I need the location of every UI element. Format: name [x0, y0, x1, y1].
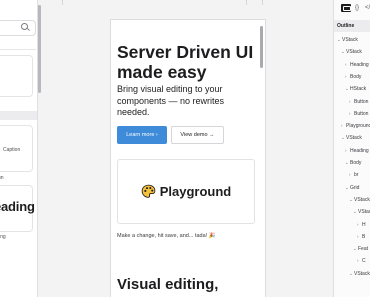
- outline-panel: {} </ Outline ⌄VStack ⌄VStack › Heading › Bod…: [333, 0, 370, 297]
- outline-item[interactable]: › Playground: [341, 121, 370, 130]
- outline-item-label: VStack: [354, 196, 370, 203]
- outline-item-label: Grid: [350, 184, 360, 191]
- palette-icon: [141, 184, 156, 198]
- ruler-mark: [62, 0, 70, 5]
- ruler-mark: [246, 0, 254, 5]
- monitor-icon[interactable]: [341, 4, 351, 12]
- outline-item[interactable]: › br: [349, 170, 358, 179]
- outline-item[interactable]: ⌄VStack: [349, 269, 370, 278]
- outline-item-label: VStack: [354, 270, 370, 277]
- learn-more-button[interactable]: Learn more ›: [117, 126, 167, 144]
- ruler-mark: [262, 0, 270, 5]
- outline-item-label: Feat: [358, 246, 369, 253]
- code-tag-icon[interactable]: </: [365, 4, 370, 12]
- outline-item[interactable]: › Heading: [345, 60, 369, 69]
- outline-item-label: VStack: [358, 209, 370, 216]
- playground-title: Playground: [159, 184, 232, 199]
- outline-item[interactable]: › Body: [345, 72, 361, 81]
- panel-scrollbar[interactable]: [38, 5, 41, 93]
- outline-item[interactable]: ⌄VStack: [341, 133, 362, 142]
- view-demo-button[interactable]: View demo →: [171, 126, 224, 144]
- tip-text[interactable]: Make a change, hit save, and... tada! 🎉: [117, 233, 259, 239]
- outline-item-label: Playground: [346, 123, 370, 130]
- preview-scrollbar[interactable]: [260, 26, 263, 68]
- outline-item[interactable]: ⌄VStack: [337, 35, 358, 44]
- code-braces-icon[interactable]: {}: [355, 4, 359, 12]
- outline-item[interactable]: › C: [357, 256, 366, 265]
- outline-item-label: Button: [354, 98, 369, 105]
- component-heading-preview: eading: [0, 199, 35, 214]
- panel-toolbar: {} </: [334, 0, 370, 16]
- outline-item[interactable]: ⌄VStack: [349, 195, 370, 204]
- outline-item[interactable]: › Button: [349, 97, 368, 106]
- outline-item-label: H: [362, 221, 366, 228]
- outline-item[interactable]: › H: [357, 220, 366, 229]
- outline-item[interactable]: ⌄Feat: [353, 244, 368, 253]
- outline-item-label: Body: [350, 73, 362, 80]
- outline-item[interactable]: ⌄HStack: [345, 84, 366, 93]
- outline-item-label: Button: [354, 110, 369, 117]
- outline-item[interactable]: ⌄Grid: [345, 183, 359, 192]
- component-label-fragment: ing: [0, 234, 6, 240]
- outline-item-label: C: [362, 258, 366, 265]
- outline-item-label: Heading: [350, 61, 369, 68]
- panel-divider: [0, 49, 36, 50]
- component-card-blank[interactable]: [0, 55, 33, 97]
- outline-item-label: HStack: [350, 86, 367, 93]
- panel-section-header: [0, 111, 37, 120]
- outline-item-label: Heading: [350, 147, 369, 154]
- components-panel: Caption on eading ing: [0, 0, 38, 297]
- outline-item-label: VStack: [342, 37, 358, 43]
- outline-item[interactable]: ⌄VStack: [341, 47, 362, 56]
- canvas-preview-frame[interactable]: Server Driven UI made easy Bring visual …: [110, 19, 266, 297]
- playground-block[interactable]: Playground: [117, 159, 255, 224]
- outline-item-label: br: [354, 172, 359, 179]
- outline-item-label: Body: [350, 160, 362, 166]
- outline-item-label: B: [362, 233, 366, 240]
- hero-heading[interactable]: Server Driven UI made easy: [117, 42, 257, 82]
- outline-item-label: VStack: [346, 49, 362, 56]
- outline-item[interactable]: › Heading: [345, 146, 369, 155]
- search-icon[interactable]: [21, 23, 31, 33]
- component-label-fragment: on: [0, 175, 4, 181]
- section-heading[interactable]: Visual editing,: [117, 276, 257, 293]
- outline-item[interactable]: ⌄Body: [345, 158, 361, 167]
- outline-header: Outline: [334, 20, 370, 32]
- outline-item[interactable]: › B: [357, 232, 365, 241]
- component-search-input[interactable]: [0, 20, 36, 36]
- outline-item[interactable]: › Button: [349, 109, 368, 118]
- outline-item-label: VStack: [346, 135, 362, 142]
- outline-item[interactable]: ⌄VStack: [353, 207, 370, 216]
- component-card-label: Caption: [3, 147, 21, 153]
- hero-body[interactable]: Bring visual editing to your components …: [117, 84, 259, 119]
